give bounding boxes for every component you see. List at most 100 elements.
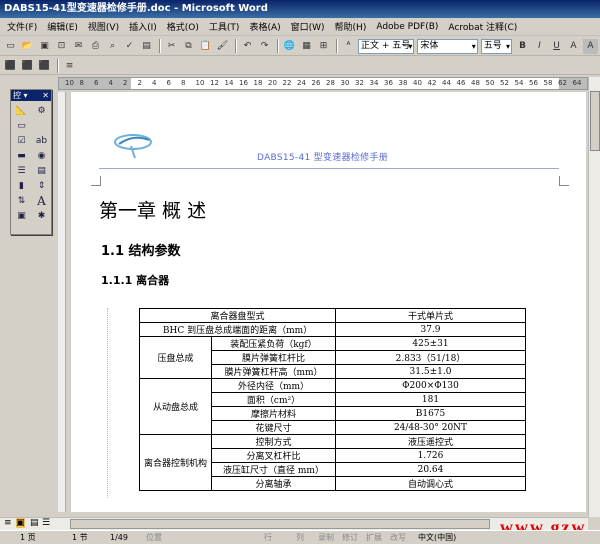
copy-icon[interactable]: ⧉	[181, 39, 196, 54]
table-cell[interactable]: 控制方式	[211, 434, 336, 449]
close-icon[interactable]: ✕	[42, 90, 49, 101]
spin-button-icon[interactable]: ⇕	[33, 179, 50, 192]
new-document-icon[interactable]: ▭	[3, 39, 18, 54]
table-cell[interactable]: 膜片弹簧杠杆高（mm）	[211, 364, 336, 379]
command-button-icon[interactable]: ▬	[13, 149, 30, 162]
table-cell[interactable]: 自动调心式	[335, 476, 526, 491]
outline-view-icon[interactable]: ☰	[42, 518, 50, 528]
normal-view-icon[interactable]: ≡	[4, 518, 12, 528]
menu-item[interactable]: 帮助(H)	[330, 20, 372, 33]
table-cell[interactable]: 24/48-30° 20NT	[335, 420, 526, 435]
table-cell[interactable]: BHC 到压盘总成端面的距离（mm）	[139, 322, 336, 337]
spelling-icon[interactable]: ✓	[122, 39, 137, 54]
table-cell[interactable]: 花键尺寸	[211, 420, 336, 435]
research-icon[interactable]: ▤	[139, 39, 154, 54]
font-select[interactable]: 宋体	[417, 38, 478, 54]
view-code-icon[interactable]: ▭	[13, 119, 30, 132]
web-layout-icon[interactable]: ▣	[16, 518, 25, 528]
status-rec[interactable]: 录制	[318, 531, 334, 544]
menu-item[interactable]: Adobe PDF(B)	[371, 22, 443, 32]
status-trk[interactable]: 修订	[342, 531, 358, 544]
table-cell[interactable]: 31.5±1.0	[335, 364, 526, 379]
textbox-control-icon[interactable]: ab	[33, 134, 50, 147]
font-size-select[interactable]: 五号	[480, 38, 512, 54]
table-cell[interactable]: 425±31	[335, 336, 526, 351]
permission-icon[interactable]: ⊡	[54, 39, 69, 54]
open-icon[interactable]: 📂	[20, 39, 35, 54]
convert-to-pdf-icon[interactable]: ⬛	[3, 58, 18, 73]
design-mode-icon[interactable]: 📐	[13, 104, 30, 117]
table-cell[interactable]: 摩擦片材料	[211, 406, 336, 421]
table-cell[interactable]: 2.833（51/18）	[335, 350, 526, 365]
tables-borders-icon[interactable]: ▦	[299, 39, 314, 54]
table-cell[interactable]: 20.64	[335, 462, 526, 477]
scroll-bar-icon[interactable]: ⇅	[13, 194, 30, 207]
table-cell[interactable]: 181	[335, 392, 526, 407]
clutch-spec-table[interactable]: 离合器盘型式 干式单片式 BHC 到压盘总成端面的距离（mm） 37.9 压盘总成 装配压…	[139, 308, 526, 491]
table-cell[interactable]: 离合器盘型式	[139, 308, 336, 323]
menu-item[interactable]: 窗口(W)	[286, 20, 330, 33]
redo-icon[interactable]: ↷	[257, 39, 272, 54]
print-icon[interactable]: ⎙	[88, 39, 103, 54]
vertical-scrollbar[interactable]	[588, 77, 600, 517]
paste-icon[interactable]: 📋	[198, 39, 213, 54]
status-ovr[interactable]: 改写	[390, 531, 406, 544]
style-select[interactable]: 正文 + 五号	[358, 38, 415, 54]
horizontal-ruler[interactable]: 10 8 6 4 2 2 4 6 8 10 12 14 16 18 20 22 24 26 28 30 32 34 36 38…	[58, 77, 588, 90]
menu-item[interactable]: 插入(I)	[124, 20, 162, 33]
email-icon[interactable]: ✉	[71, 39, 86, 54]
control-toolbox[interactable]: 控 ▾ ✕ 📐 ⚙ ▭ ☑ ab ▬ ◉ ☰ ▤ ▮ ⇕ ⇅ A ▣ ✱	[10, 89, 52, 235]
toggle-button-icon[interactable]: ▮	[13, 179, 30, 192]
vertical-ruler[interactable]	[58, 92, 66, 512]
option-button-icon[interactable]: ◉	[33, 149, 50, 162]
more-controls-icon[interactable]: ✱	[33, 209, 50, 222]
table-cell[interactable]: 从动盘总成	[139, 378, 212, 435]
table-cell[interactable]: 外径内径（mm）	[211, 378, 336, 393]
table-cell[interactable]: 37.9	[335, 322, 526, 337]
table-cell[interactable]: 压盘总成	[139, 336, 212, 379]
cut-icon[interactable]: ✂	[164, 39, 179, 54]
table-cell[interactable]: B1675	[335, 406, 526, 421]
horizontal-scroll-thumb[interactable]	[70, 519, 490, 529]
print-preview-icon[interactable]: ⌕	[105, 39, 120, 54]
underline-button[interactable]: U	[549, 39, 564, 54]
table-cell[interactable]: 液压缸尺寸（直径 mm）	[211, 462, 336, 477]
insert-table-icon[interactable]: ⊞	[316, 39, 331, 54]
pdf-email-icon[interactable]: ⬛	[20, 58, 35, 73]
char-shading-button[interactable]: A	[583, 38, 598, 54]
menu-item[interactable]: Acrobat 注释(C)	[443, 20, 522, 33]
table-cell[interactable]: 干式单片式	[335, 308, 526, 323]
save-icon[interactable]: ▣	[37, 39, 52, 54]
menu-item[interactable]: 工具(T)	[204, 20, 245, 33]
menu-item[interactable]: 格式(O)	[162, 20, 204, 33]
list-box-icon[interactable]: ☰	[13, 164, 30, 177]
font-color-button[interactable]: A	[566, 39, 581, 54]
pdf-review-icon[interactable]: ⬛	[37, 58, 52, 73]
style-pane-icon[interactable]: ᴬ	[341, 39, 356, 54]
combo-box-icon[interactable]: ▤	[33, 164, 50, 177]
table-cell[interactable]: 离合器控制机构	[139, 434, 212, 491]
undo-icon[interactable]: ↶	[240, 39, 255, 54]
italic-button[interactable]: I	[532, 39, 547, 54]
image-control-icon[interactable]: ▣	[13, 209, 30, 222]
vertical-scroll-thumb[interactable]	[590, 91, 600, 151]
menu-item[interactable]: 表格(A)	[244, 20, 285, 33]
properties-icon[interactable]: ⚙	[33, 104, 50, 117]
table-cell[interactable]: 1.726	[335, 448, 526, 463]
document-page[interactable]: DABS15-41 型变速器检修手册 第一章 概 述 1.1 结构参数 1.1.…	[70, 92, 586, 512]
label-control-icon[interactable]: A	[33, 194, 50, 208]
table-cell[interactable]: 面积（cm²）	[211, 392, 336, 407]
table-cell[interactable]: 分离叉杠杆比	[211, 448, 336, 463]
table-cell[interactable]: 膜片弹簧杠杆比	[211, 350, 336, 365]
status-ext[interactable]: 扩展	[366, 531, 382, 544]
table-cell[interactable]: 液压遥控式	[335, 434, 526, 449]
table-cell[interactable]: Φ200×Φ130	[335, 378, 526, 393]
menu-item[interactable]: 编辑(E)	[42, 20, 83, 33]
table-cell[interactable]: 分离轴承	[211, 476, 336, 491]
bold-button[interactable]: B	[515, 39, 530, 54]
menu-item[interactable]: 文件(F)	[2, 20, 42, 33]
print-layout-icon[interactable]: ▤	[30, 518, 39, 528]
control-toolbox-title[interactable]: 控 ▾ ✕	[11, 90, 51, 101]
toolbar-options-icon[interactable]: ≡	[62, 58, 77, 73]
hyperlink-icon[interactable]: 🌐	[282, 39, 297, 54]
